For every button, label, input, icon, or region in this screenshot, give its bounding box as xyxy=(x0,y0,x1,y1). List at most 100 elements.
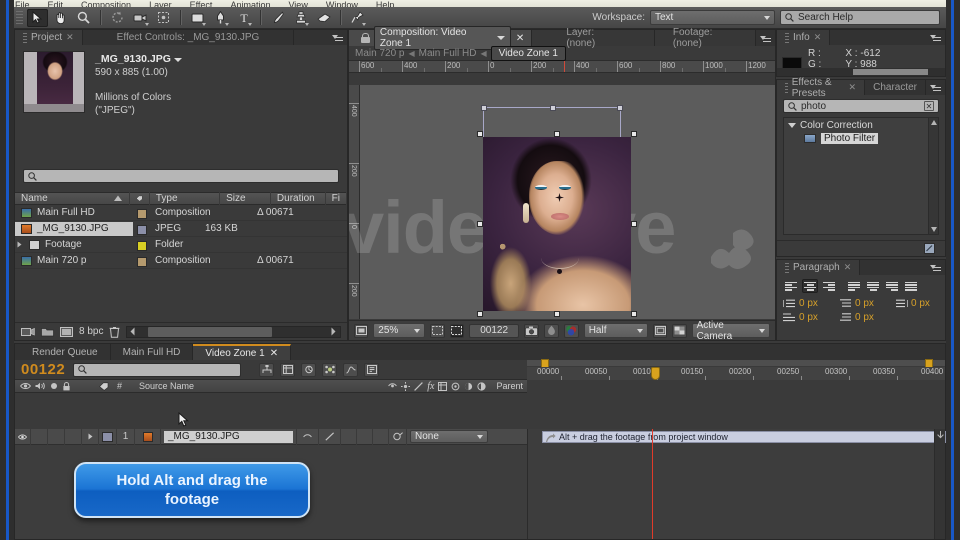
pen-tool[interactable] xyxy=(210,9,231,27)
puppet-pin-tool[interactable] xyxy=(347,9,368,27)
selection-tool[interactable] xyxy=(27,8,48,27)
always-preview-button[interactable] xyxy=(354,323,369,338)
close-icon[interactable]: ✕ xyxy=(844,262,852,273)
rotation-tool[interactable] xyxy=(107,9,128,27)
tab-video-zone-1[interactable]: Video Zone 1 ✕ xyxy=(193,344,292,360)
footage-name-row[interactable]: _MG_9130.JPG xyxy=(95,53,182,66)
close-icon[interactable]: ✕ xyxy=(66,32,74,43)
project-horizontal-scrollbar[interactable] xyxy=(126,325,341,338)
parent-dropdown-cell[interactable]: None xyxy=(407,429,491,445)
selected-layer-wrapper[interactable] xyxy=(477,105,637,317)
layer-expand-triangle[interactable] xyxy=(82,428,99,445)
column-header-type[interactable]: Type xyxy=(150,192,221,205)
layer-shy-toggle[interactable] xyxy=(297,428,319,445)
effects-column-header[interactable]: fx xyxy=(427,381,434,392)
table-row[interactable]: Main Full HD Composition Δ 00671 xyxy=(15,205,347,221)
label-swatch[interactable] xyxy=(137,257,147,267)
tab-composition[interactable]: Composition: Video Zone 1 ✕ xyxy=(349,26,533,50)
project-panel-menu-button[interactable] xyxy=(328,30,347,45)
grid-guides-button[interactable] xyxy=(430,323,445,338)
layer-switch-1[interactable] xyxy=(341,428,357,445)
layer-duration-bar[interactable]: Alt + drag the footage from project wind… xyxy=(542,431,946,443)
project-search-input[interactable] xyxy=(23,169,339,183)
tab-paragraph[interactable]: Paragraph ✕ xyxy=(777,260,861,275)
composition-mini-flowchart-button[interactable] xyxy=(259,362,275,377)
space-before-field[interactable]: 0 px xyxy=(839,298,895,309)
breadcrumb-item-current[interactable]: Video Zone 1 xyxy=(490,45,566,61)
tab-effects-and-presets[interactable]: Effects & Presets ✕ xyxy=(777,77,866,99)
info-panel-menu-button[interactable] xyxy=(926,30,945,45)
motion-blur-icon[interactable] xyxy=(414,381,424,391)
quality-icon[interactable] xyxy=(464,382,473,391)
camera-tool[interactable] xyxy=(130,9,151,27)
delete-icon[interactable] xyxy=(109,326,120,338)
type-tool[interactable]: T xyxy=(233,9,254,27)
zoom-tool[interactable] xyxy=(73,9,94,27)
timeline-playhead[interactable] xyxy=(652,429,653,539)
indent-left-field[interactable]: 0 px xyxy=(783,298,839,309)
align-left-button[interactable] xyxy=(783,279,799,293)
region-preview-button[interactable] xyxy=(653,323,668,338)
take-snapshot-button[interactable] xyxy=(524,323,540,338)
magnification-dropdown[interactable]: 25% xyxy=(373,323,426,338)
clone-stamp-tool[interactable] xyxy=(290,9,311,27)
parent-pickwhip[interactable] xyxy=(389,428,407,445)
space-after-field[interactable]: 0 px xyxy=(839,312,895,323)
align-right-button[interactable] xyxy=(821,279,837,293)
hand-tool[interactable] xyxy=(50,9,71,27)
eraser-tool[interactable] xyxy=(313,9,334,27)
disclosure-triangle-icon[interactable] xyxy=(15,241,24,248)
tab-effect-controls[interactable]: Effect Controls: _MG_9130.JPG xyxy=(82,30,295,45)
tab-layer[interactable]: Layer: (none) xyxy=(532,27,655,49)
draft-3d-button[interactable] xyxy=(280,362,296,377)
layer-switch-2[interactable] xyxy=(357,428,373,445)
composition-viewer[interactable]: 400 200 0 200 videohive xyxy=(349,85,775,319)
justify-all-button[interactable] xyxy=(903,279,919,293)
timeline-extra-button[interactable] xyxy=(364,362,380,377)
horizontal-ruler[interactable]: 600 400 200 0 200 400 600 800 1000 1200 xyxy=(349,61,775,73)
show-snapshot-button[interactable] xyxy=(544,323,559,338)
paragraph-panel-menu-button[interactable] xyxy=(926,260,945,275)
pan-behind-tool[interactable] xyxy=(153,9,174,27)
column-header-label[interactable] xyxy=(130,192,150,205)
layer-lock-toggle[interactable] xyxy=(65,428,82,445)
resize-handle-w[interactable] xyxy=(477,221,483,227)
motion-blur-button[interactable] xyxy=(301,362,317,377)
effects-search-input[interactable]: photo ✕ xyxy=(783,99,939,113)
justify-last-right-button[interactable] xyxy=(884,279,900,293)
tab-info[interactable]: Info ✕ xyxy=(777,30,831,45)
close-icon[interactable]: ✕ xyxy=(270,348,278,359)
brush-tool[interactable] xyxy=(267,9,288,27)
row-name-cell[interactable]: Main 720 p xyxy=(15,254,133,268)
shy-icon[interactable] xyxy=(388,382,398,390)
new-composition-icon[interactable] xyxy=(21,326,35,337)
view-dropdown[interactable]: Active Camera xyxy=(691,320,770,342)
adjustment-layer-icon[interactable] xyxy=(438,381,448,391)
shape-tool[interactable] xyxy=(187,9,208,27)
breadcrumb-item-0[interactable]: Main 720 p xyxy=(355,48,404,59)
tab-render-queue[interactable]: Render Queue xyxy=(15,344,111,360)
frame-blending-icon[interactable] xyxy=(401,381,411,391)
resize-handle-sw[interactable] xyxy=(477,311,483,317)
new-animation-preset-icon[interactable] xyxy=(924,243,935,254)
solo-icon[interactable] xyxy=(50,382,58,390)
lock-icon[interactable] xyxy=(361,33,370,43)
disclosure-triangle-icon[interactable] xyxy=(788,123,796,128)
justify-last-center-button[interactable] xyxy=(865,279,881,293)
layer-solo-toggle[interactable] xyxy=(48,428,65,445)
layer-source-name-cell[interactable]: _MG_9130.JPG xyxy=(161,428,297,445)
film-icon[interactable] xyxy=(60,326,73,337)
3d-layer-icon[interactable] xyxy=(477,381,487,391)
playhead-marker[interactable] xyxy=(651,367,660,380)
close-icon[interactable]: ✕ xyxy=(516,33,524,44)
first-line-indent-field[interactable]: 0 px xyxy=(783,312,839,323)
label-swatch[interactable] xyxy=(137,241,147,251)
tab-project[interactable]: Project ✕ xyxy=(15,30,83,45)
timeline-time-ruler[interactable]: 00000 00050 00100 00150 00200 00250 0030… xyxy=(527,367,945,380)
resize-handle-se[interactable] xyxy=(631,311,637,317)
table-row[interactable]: Main 720 p Composition Δ 00671 xyxy=(15,253,347,269)
label-column-header[interactable] xyxy=(91,382,117,391)
layer-motion-blur-toggle[interactable] xyxy=(319,428,341,445)
breadcrumb-item-1[interactable]: Main Full HD xyxy=(419,48,477,59)
tab-footage[interactable]: Footage: (none) xyxy=(654,27,756,49)
